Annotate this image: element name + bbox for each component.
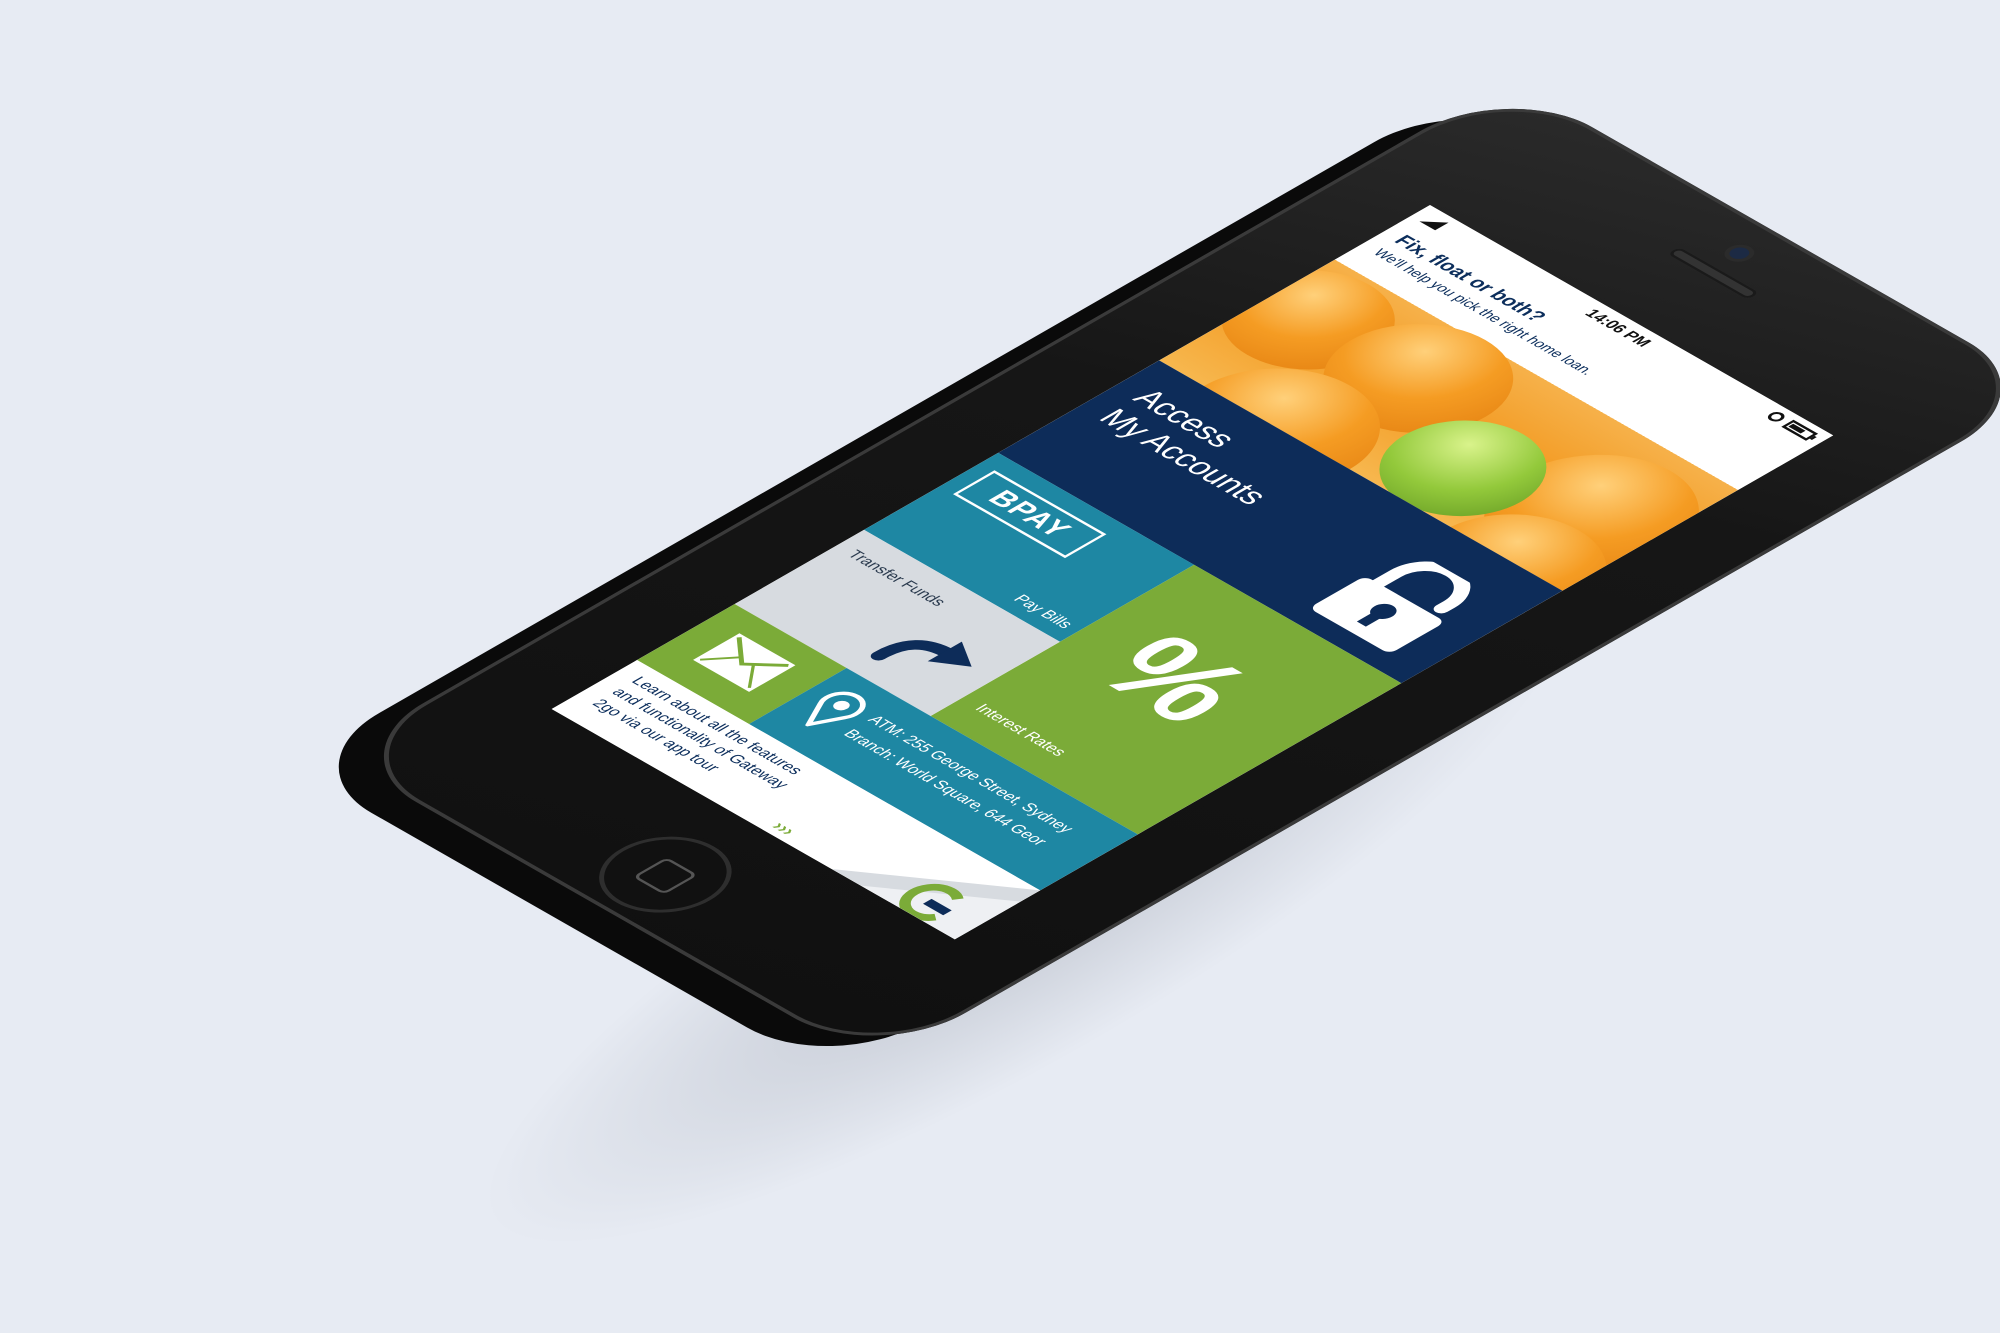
home-button-icon [632,857,699,895]
battery-icon [1781,419,1819,441]
percent-icon: % [1066,617,1283,742]
phone: 14:06 PM Fix, float or both? We'll help … [288,79,2000,1075]
location-pin-icon [804,691,866,728]
scene: 14:06 PM Fix, float or both? We'll help … [0,0,2000,1333]
envelope-icon [693,633,796,692]
